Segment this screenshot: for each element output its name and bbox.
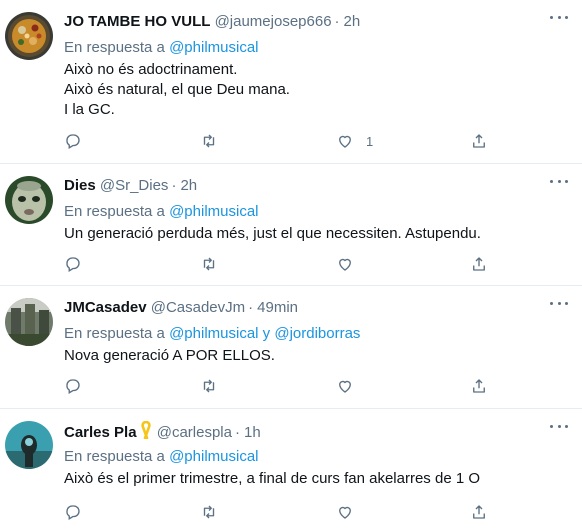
avatar[interactable] (5, 12, 53, 60)
author-name[interactable]: Dies (64, 177, 96, 194)
retweet-icon (203, 505, 215, 519)
diver-avatar-icon (5, 421, 53, 469)
tweet-header: JO TAMBE HO VULL @jaumejosep666 · 2h (64, 12, 360, 32)
reply-context: En respuesta a @philmusical y @jordiborr… (64, 324, 360, 344)
share-button[interactable] (470, 369, 488, 403)
tweet-text-line: Nova generació A POR ELLOS. (64, 347, 275, 364)
reply-prefix: En respuesta a (64, 448, 165, 465)
tweet-actions (56, 369, 496, 403)
tweet[interactable]: JMCasadev @CasadevJm · 49min En respuesta … (0, 286, 582, 409)
reply-prefix: En respuesta a (64, 39, 165, 56)
author-handle[interactable]: @jaumejosep666 (215, 13, 332, 30)
tweet-header: Carles Pla @carlespla · 1h (64, 420, 261, 445)
time-separator: · (171, 177, 177, 194)
share-icon (473, 505, 485, 519)
reply-context: En respuesta a @philmusical (64, 447, 259, 467)
heart-icon (339, 380, 351, 393)
share-button[interactable] (470, 124, 488, 158)
tweet-text-line: Això és natural, el que Deu mana. (64, 81, 290, 98)
like-button[interactable] (336, 247, 366, 281)
tweet-header: Dies @Sr_Dies · 2h (64, 176, 197, 196)
mentioned-user-link[interactable]: @philmusical (169, 203, 258, 220)
author-name[interactable]: Carles Pla (64, 424, 137, 441)
reply-button[interactable] (64, 495, 94, 529)
retweet-icon (203, 134, 215, 148)
heart-icon (339, 258, 351, 271)
share-icon (473, 134, 485, 148)
avatar[interactable] (5, 298, 53, 346)
avatar[interactable] (5, 421, 53, 469)
share-icon (473, 379, 485, 393)
reply-prefix: En respuesta a (64, 325, 165, 342)
tweet-time[interactable]: 2h (344, 13, 361, 30)
author-handle[interactable]: @Sr_Dies (100, 177, 169, 194)
tweet-time[interactable]: 1h (244, 424, 261, 441)
tweet-text: Això és el primer trimestre, a final de … (64, 469, 480, 489)
reply-icon (66, 257, 80, 272)
more-options-icon[interactable] (550, 425, 568, 431)
mentioned-user-link[interactable]: @jordiborras (274, 325, 360, 342)
tweet-text: Un generació perduda més, just el que ne… (64, 224, 481, 244)
retweet-button[interactable] (200, 495, 230, 529)
paella-avatar-icon (5, 12, 53, 60)
tweet-text: Això no és adoctrinament. Això és natura… (64, 60, 290, 120)
like-button[interactable] (336, 369, 366, 403)
mentioned-user-link[interactable]: @philmusical (169, 448, 258, 465)
tweet-time[interactable]: 49min (257, 299, 298, 316)
author-handle[interactable]: @CasadevJm (151, 299, 245, 316)
author-name[interactable]: JO TAMBE HO VULL (64, 13, 210, 30)
tweet-actions: 1 (56, 124, 496, 158)
yellow-ribbon-icon (139, 420, 153, 445)
share-icon (473, 257, 485, 271)
tweet-text-line: Això no és adoctrinament. (64, 61, 238, 78)
reply-icon (66, 505, 80, 520)
tweet[interactable]: Dies @Sr_Dies · 2h En respuesta a @philmus… (0, 164, 582, 286)
baby-face-avatar-icon (5, 176, 53, 224)
reply-prefix: En respuesta a (64, 203, 165, 220)
more-options-icon[interactable] (550, 16, 568, 22)
retweet-button[interactable] (200, 124, 230, 158)
retweet-button[interactable] (200, 247, 230, 281)
reply-joiner: y (258, 325, 275, 342)
tweet-text-line: Un generació perduda més, just el que ne… (64, 225, 481, 242)
reply-icon (66, 134, 80, 149)
tweet-text-line: Això és el primer trimestre, a final de … (64, 470, 481, 487)
like-button[interactable] (336, 495, 366, 529)
tweet-text-line: I la GC. (64, 101, 115, 118)
retweet-icon (203, 257, 215, 271)
heart-icon (339, 506, 351, 519)
building-avatar-icon (5, 298, 53, 346)
reply-button[interactable] (64, 369, 94, 403)
reply-button[interactable] (64, 247, 94, 281)
mentioned-user-link[interactable]: @philmusical (169, 39, 258, 56)
time-separator: · (248, 299, 254, 316)
more-options-icon[interactable] (550, 180, 568, 186)
reply-context: En respuesta a @philmusical (64, 202, 259, 222)
tweet-time[interactable]: 2h (180, 177, 197, 194)
time-separator: · (334, 13, 340, 30)
reply-icon (66, 379, 80, 394)
reply-context: En respuesta a @philmusical (64, 38, 259, 58)
tweet-header: JMCasadev @CasadevJm · 49min (64, 298, 298, 318)
like-count: 1 (366, 133, 374, 149)
tweet-actions (56, 495, 496, 529)
mentioned-user-link[interactable]: @philmusical (169, 325, 258, 342)
tweet[interactable]: Carles Pla @carlespla · 1h En respuesta a … (0, 409, 582, 531)
avatar[interactable] (5, 176, 53, 224)
heart-icon (339, 135, 351, 148)
like-button[interactable]: 1 (336, 124, 373, 158)
retweet-button[interactable] (200, 369, 230, 403)
reply-button[interactable] (64, 124, 94, 158)
retweet-icon (203, 379, 215, 393)
tweet-text: Nova generació A POR ELLOS. (64, 346, 275, 366)
author-name[interactable]: JMCasadev (64, 299, 147, 316)
more-options-icon[interactable] (550, 302, 568, 308)
author-handle[interactable]: @carlespla (157, 424, 232, 441)
tweet-actions (56, 247, 496, 281)
share-button[interactable] (470, 247, 488, 281)
tweet-replies-feed: JO TAMBE HO VULL @jaumejosep666 · 2h En re… (0, 0, 582, 531)
time-separator: · (234, 424, 240, 441)
share-button[interactable] (470, 495, 488, 529)
tweet[interactable]: JO TAMBE HO VULL @jaumejosep666 · 2h En re… (0, 0, 582, 164)
